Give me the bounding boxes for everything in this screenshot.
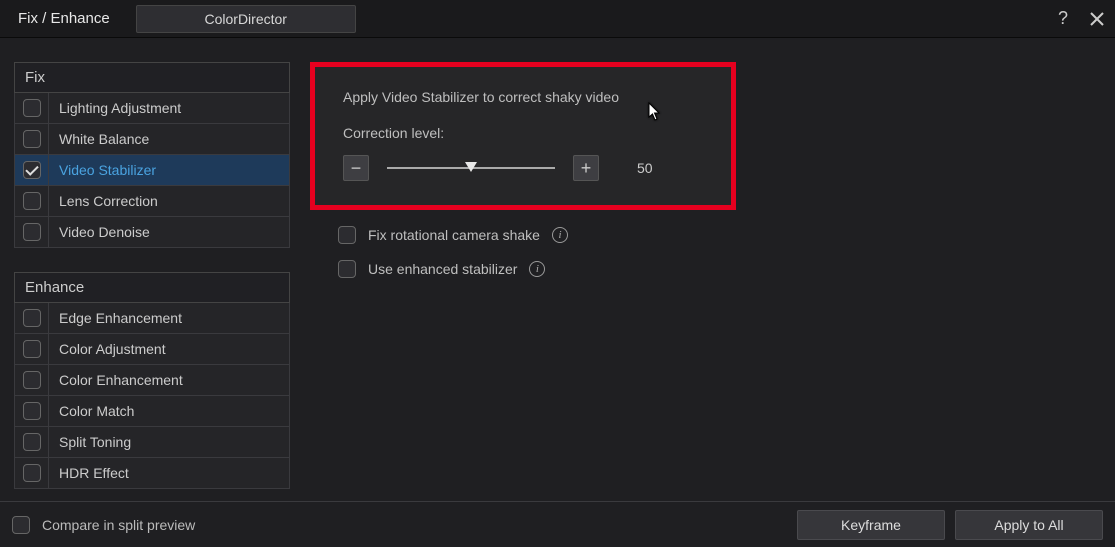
- video-stabilizer-checkbox[interactable]: [23, 161, 41, 179]
- titlebar: Fix / Enhance ColorDirector ?: [0, 0, 1115, 38]
- edge-enhancement-checkbox[interactable]: [23, 309, 41, 327]
- fix-section-header: Fix: [14, 62, 290, 93]
- apply-to-all-button-label: Apply to All: [994, 517, 1063, 533]
- sidebar-item-label: White Balance: [49, 131, 289, 147]
- color-adjustment-checkbox[interactable]: [23, 340, 41, 358]
- increase-button[interactable]: +: [573, 155, 599, 181]
- keyframe-button-label: Keyframe: [841, 517, 901, 533]
- sidebar-item-color-match[interactable]: Color Match: [14, 396, 290, 427]
- help-icon[interactable]: ?: [1053, 9, 1073, 29]
- sidebar: Fix Lighting Adjustment White Balance Vi…: [14, 62, 290, 489]
- sidebar-item-video-denoise[interactable]: Video Denoise: [14, 217, 290, 248]
- slider-thumb-icon[interactable]: [465, 162, 477, 172]
- fix-rotational-checkbox[interactable]: [338, 226, 356, 244]
- color-match-checkbox[interactable]: [23, 402, 41, 420]
- correction-level-label: Correction level:: [343, 125, 703, 141]
- content-panel: Apply Video Stabilizer to correct shaky …: [290, 62, 1115, 489]
- correction-level-value: 50: [637, 160, 653, 176]
- color-enhancement-checkbox[interactable]: [23, 371, 41, 389]
- sidebar-item-white-balance[interactable]: White Balance: [14, 124, 290, 155]
- close-icon[interactable]: [1087, 9, 1107, 29]
- enhanced-stabilizer-checkbox[interactable]: [338, 260, 356, 278]
- window-title: Fix / Enhance: [8, 10, 120, 27]
- hdr-effect-checkbox[interactable]: [23, 464, 41, 482]
- sidebar-item-video-stabilizer[interactable]: Video Stabilizer: [14, 155, 290, 186]
- info-icon[interactable]: i: [529, 261, 545, 277]
- colordirector-tab-label: ColorDirector: [204, 11, 286, 27]
- enhance-section-header: Enhance: [14, 272, 290, 303]
- sidebar-item-label: Color Enhancement: [49, 372, 289, 388]
- sidebar-item-label: Lighting Adjustment: [49, 100, 289, 116]
- white-balance-checkbox[interactable]: [23, 130, 41, 148]
- sidebar-item-label: Color Adjustment: [49, 341, 289, 357]
- sidebar-item-lens-correction[interactable]: Lens Correction: [14, 186, 290, 217]
- compare-split-checkbox[interactable]: [12, 516, 30, 534]
- sidebar-item-lighting-adjustment[interactable]: Lighting Adjustment: [14, 93, 290, 124]
- sidebar-item-edge-enhancement[interactable]: Edge Enhancement: [14, 303, 290, 334]
- lighting-adjustment-checkbox[interactable]: [23, 99, 41, 117]
- apply-to-all-button[interactable]: Apply to All: [955, 510, 1103, 540]
- decrease-button[interactable]: −: [343, 155, 369, 181]
- stabilizer-description: Apply Video Stabilizer to correct shaky …: [343, 89, 703, 105]
- split-toning-checkbox[interactable]: [23, 433, 41, 451]
- sidebar-item-hdr-effect[interactable]: HDR Effect: [14, 458, 290, 489]
- colordirector-tab[interactable]: ColorDirector: [136, 5, 356, 33]
- correction-level-slider[interactable]: [387, 167, 555, 169]
- sidebar-item-label: Video Denoise: [49, 224, 289, 240]
- sidebar-item-split-toning[interactable]: Split Toning: [14, 427, 290, 458]
- sidebar-item-label: Edge Enhancement: [49, 310, 289, 326]
- fix-rotational-label: Fix rotational camera shake: [368, 227, 540, 243]
- sidebar-item-color-adjustment[interactable]: Color Adjustment: [14, 334, 290, 365]
- sidebar-item-color-enhancement[interactable]: Color Enhancement: [14, 365, 290, 396]
- stabilizer-panel-highlight: Apply Video Stabilizer to correct shaky …: [310, 62, 736, 210]
- info-icon[interactable]: i: [552, 227, 568, 243]
- sidebar-item-label: Split Toning: [49, 434, 289, 450]
- sidebar-item-label: Video Stabilizer: [49, 162, 289, 178]
- sidebar-item-label: Lens Correction: [49, 193, 289, 209]
- enhanced-stabilizer-label: Use enhanced stabilizer: [368, 261, 517, 277]
- sidebar-item-label: Color Match: [49, 403, 289, 419]
- video-denoise-checkbox[interactable]: [23, 223, 41, 241]
- footer: Compare in split preview Keyframe Apply …: [0, 501, 1115, 547]
- keyframe-button[interactable]: Keyframe: [797, 510, 945, 540]
- compare-split-label: Compare in split preview: [42, 517, 195, 533]
- lens-correction-checkbox[interactable]: [23, 192, 41, 210]
- sidebar-item-label: HDR Effect: [49, 465, 289, 481]
